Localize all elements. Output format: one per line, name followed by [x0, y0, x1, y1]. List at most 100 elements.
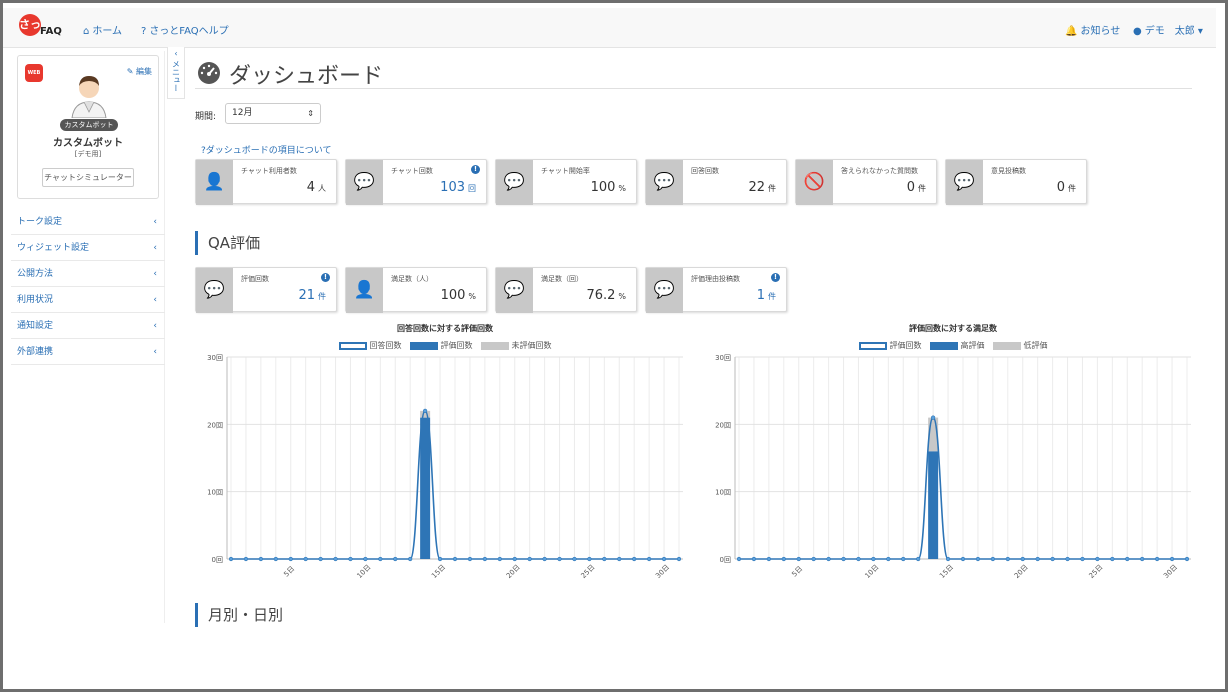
info-icon[interactable]: !	[321, 273, 330, 282]
series-point	[423, 408, 428, 413]
stat-value-wrap[interactable]: 1件	[757, 288, 776, 303]
sidebar-item-label: 公開方法	[17, 269, 54, 279]
legend-swatch	[480, 341, 509, 350]
sidebar-item-talk-settings[interactable]: トーク設定 ‹	[11, 209, 165, 235]
sidebar-item-publish[interactable]: 公開方法 ‹	[11, 261, 165, 287]
bot-name: カスタムボット	[53, 138, 123, 149]
chevron-left-icon: ‹	[174, 49, 178, 58]
series-point	[1110, 556, 1115, 562]
stat-card: 💬 チャット開始率 100%	[495, 159, 637, 205]
series-point	[960, 556, 966, 562]
nav-notice-link[interactable]: 🔔 お知らせ	[1065, 22, 1120, 37]
nav-notice-label: お知らせ	[1080, 26, 1121, 37]
series-point	[572, 556, 577, 562]
nav-help-link[interactable]: ? さっとFAQヘルプ	[141, 22, 229, 37]
chart-ratings-vs-satisfaction: 評価回数に対する満足数 評価回数 高評価 低評価 0回 10回 20回 30回 5日 10…	[703, 321, 1203, 591]
x-tick-label: 5日	[282, 565, 296, 579]
stat-icon-box: 👤	[196, 160, 233, 205]
edit-link[interactable]: ✎ 編集	[127, 66, 152, 77]
user-icon: ●	[1133, 26, 1142, 37]
sidebar-item-label: トーク設定	[17, 217, 63, 227]
series-point	[348, 556, 353, 562]
stat-icon-box: 💬	[196, 268, 233, 313]
series-point	[990, 556, 995, 562]
y-tick-label: 0回	[720, 556, 731, 564]
chat-icon: 💬	[203, 280, 226, 300]
series-point	[333, 556, 338, 562]
series-point	[437, 556, 443, 562]
user-name: デモ 太郎	[1144, 26, 1195, 37]
sidebar-item-label: 通知設定	[17, 321, 54, 331]
user-menu[interactable]: ● デモ 太郎 ▾	[1133, 22, 1203, 37]
select-arrows-icon: ⇕	[307, 109, 314, 118]
series-point	[901, 556, 906, 562]
legend-item[interactable]: 低評価	[992, 340, 1048, 351]
legend-label: 高評価	[960, 341, 985, 350]
series-point	[811, 556, 816, 562]
stat-value: 0	[906, 180, 915, 195]
stat-unit: 人	[318, 184, 326, 193]
legend-swatch	[409, 341, 438, 350]
x-tick-label: 15日	[938, 563, 955, 580]
series-point	[796, 556, 801, 562]
legend-item[interactable]: 評価回数	[409, 340, 473, 351]
series-point	[467, 556, 473, 562]
menu-collapse-toggle[interactable]: ‹ メニュー	[167, 47, 185, 99]
series-point	[542, 556, 547, 562]
chat-icon: 💬	[953, 172, 976, 192]
stat-label: 満足数（人）	[391, 275, 433, 283]
series-point	[841, 556, 846, 562]
chat-off-icon: 🚫	[803, 172, 826, 192]
period-select[interactable]: 12月 ⇕	[225, 103, 321, 124]
legend-item[interactable]: 回答回数	[338, 340, 402, 351]
y-tick-label: 0回	[212, 556, 223, 564]
stat-value: 1	[756, 288, 765, 303]
stat-value: 21	[298, 288, 315, 303]
series-point	[617, 556, 622, 562]
stat-icon-box: 💬	[496, 160, 533, 205]
monthly-section-title: 月別・日別	[195, 603, 283, 627]
legend-item[interactable]: 未評価回数	[480, 340, 552, 351]
legend-item[interactable]: 高評価	[929, 340, 985, 351]
sidebar-item-usage[interactable]: 利用状況 ‹	[11, 287, 165, 313]
stat-value-wrap[interactable]: 103 回	[440, 180, 476, 195]
logo-mark: さっ	[19, 14, 41, 36]
about-dashboard-link[interactable]: ?ダッシュボードの項目について	[201, 143, 332, 156]
stat-label: 評価回数	[241, 275, 269, 283]
series-point	[393, 556, 398, 562]
legend-swatch	[992, 341, 1021, 350]
chart-answers-vs-ratings: 回答回数に対する評価回数 回答回数 評価回数 未評価回数 0回 10回 20回 30回…	[195, 321, 695, 591]
series-point	[273, 556, 278, 562]
series-point	[452, 556, 458, 562]
sidebar-item-integrations[interactable]: 外部連携 ‹	[11, 339, 165, 365]
sidebar-item-widget-settings[interactable]: ウィジェット設定 ‹	[11, 235, 165, 261]
stat-unit: 件	[768, 292, 776, 301]
series-point	[1005, 556, 1010, 562]
stat-value-wrap[interactable]: 21 件	[298, 288, 326, 303]
nav-home-link[interactable]: ⌂ ホーム	[83, 22, 122, 37]
series-point	[632, 556, 637, 562]
stat-label: 答えられなかった質問数	[841, 167, 918, 175]
x-tick-label: 20日	[1013, 563, 1030, 580]
caret-down-icon: ▾	[1197, 26, 1203, 37]
logo[interactable]: さっ FAQ	[19, 14, 63, 42]
bot-profile-card: WEB ✎ 編集 カスタムボット カスタムボット [デモ用] チャットシミュレー…	[17, 55, 159, 199]
legend-swatch	[929, 341, 958, 350]
legend-swatch	[858, 341, 887, 350]
bot-type-badge: カスタムボット	[60, 119, 118, 131]
sidebar-item-notifications[interactable]: 通知設定 ‹	[11, 313, 165, 339]
main-content: ダッシュボード 期間: 12月 ⇕ ?ダッシュボードの項目について 👤 チャット利用…	[195, 47, 1195, 687]
chevron-left-icon: ‹	[153, 217, 157, 227]
series-point	[766, 556, 771, 562]
chat-simulator-button[interactable]: チャットシミュレーター	[42, 168, 134, 187]
info-icon[interactable]: !	[471, 165, 480, 174]
legend-item[interactable]: 評価回数	[858, 340, 922, 351]
sidebar-item-label: 外部連携	[17, 347, 54, 357]
x-tick-label: 15日	[430, 563, 447, 580]
stat-value-wrap: 4人	[307, 180, 326, 195]
series-point	[258, 556, 263, 562]
dashboard-gauge-icon	[198, 62, 220, 84]
nav-help-label: さっとFAQヘルプ	[149, 26, 229, 37]
y-tick-label: 10回	[715, 489, 731, 497]
info-icon[interactable]: !	[771, 273, 780, 282]
